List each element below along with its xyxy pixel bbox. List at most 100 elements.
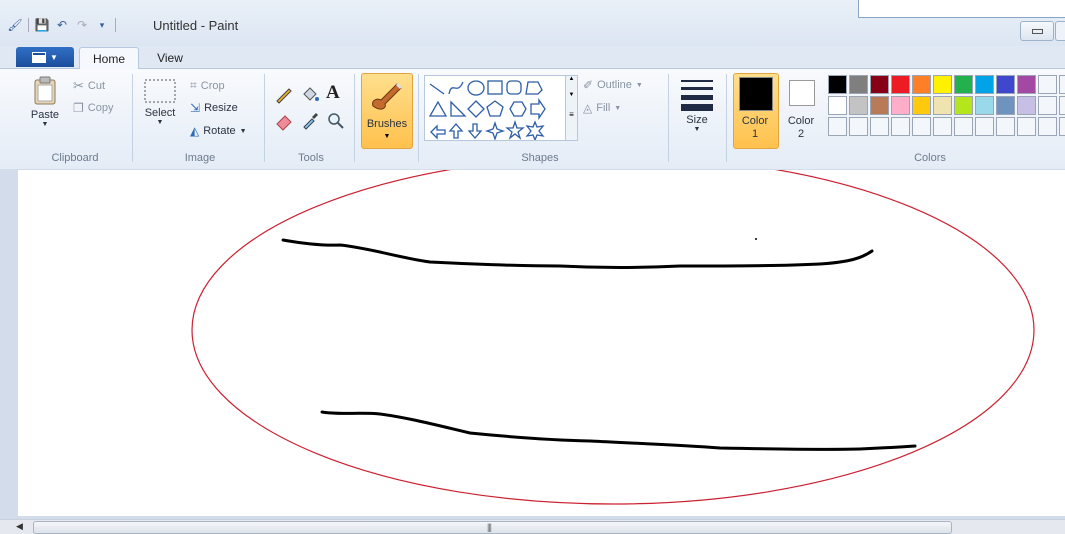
palette-swatch[interactable] bbox=[849, 117, 868, 136]
paste-dropdown-icon: ▼ bbox=[41, 121, 49, 128]
eraser-tool[interactable] bbox=[274, 111, 294, 131]
shapes-gallery-scroll[interactable]: ▲ ▼ ≡ bbox=[565, 75, 578, 141]
palette-swatch[interactable] bbox=[1059, 117, 1065, 136]
resize-button[interactable]: ⇲ Resize bbox=[190, 101, 238, 115]
undo-icon[interactable]: ↶ bbox=[55, 18, 69, 32]
image-group-label: Image bbox=[184, 152, 216, 164]
scrollbar-thumb[interactable] bbox=[33, 521, 952, 534]
palette-swatch[interactable] bbox=[1017, 117, 1036, 136]
redo-icon[interactable]: ↷ bbox=[75, 18, 89, 32]
copy-button[interactable]: ❐ Copy bbox=[73, 101, 113, 115]
fill-button[interactable]: ◬ Fill ▼ bbox=[583, 101, 621, 115]
magnifier-tool[interactable] bbox=[326, 111, 346, 131]
palette-swatch[interactable] bbox=[849, 75, 868, 94]
tab-home[interactable]: Home bbox=[79, 47, 139, 69]
group-separator bbox=[132, 74, 133, 162]
palette-swatch[interactable] bbox=[975, 75, 994, 94]
fill-label: Fill bbox=[596, 102, 611, 114]
palette-swatch[interactable] bbox=[1059, 75, 1065, 94]
rotate-label: Rotate bbox=[203, 125, 236, 137]
brushes-label: Brushes bbox=[366, 118, 408, 130]
palette-swatch[interactable] bbox=[996, 75, 1015, 94]
palette-swatch[interactable] bbox=[1038, 117, 1057, 136]
file-menu-button[interactable]: ▼ bbox=[16, 47, 74, 67]
palette-swatch[interactable] bbox=[1017, 96, 1036, 115]
palette-swatch[interactable] bbox=[828, 96, 847, 115]
palette-swatch[interactable] bbox=[870, 117, 889, 136]
crop-button[interactable]: ⌗ Crop bbox=[190, 78, 225, 93]
shapes-gallery[interactable] bbox=[424, 75, 568, 142]
file-menu-icon bbox=[32, 51, 47, 63]
drawing-canvas[interactable] bbox=[18, 155, 1065, 516]
group-separator bbox=[264, 74, 265, 162]
color-picker-tool[interactable] bbox=[300, 111, 320, 131]
palette-swatch[interactable] bbox=[954, 75, 973, 94]
palette-swatch[interactable] bbox=[933, 96, 952, 115]
quick-access-toolbar: 🖌 💾 ↶ ↷ ▾ bbox=[7, 18, 116, 32]
color1-label: Color 1 bbox=[733, 115, 777, 141]
dropdown-arrow-icon: ▼ bbox=[50, 52, 58, 62]
size-button[interactable]: Size ▼ bbox=[678, 77, 716, 133]
outline-button[interactable]: ✐ Outline ▼ bbox=[583, 78, 643, 92]
palette-swatch[interactable] bbox=[891, 117, 910, 136]
palette-swatch[interactable] bbox=[870, 96, 889, 115]
horizontal-scrollbar[interactable]: ◀ ||| bbox=[0, 519, 1065, 534]
palette-swatch[interactable] bbox=[912, 96, 931, 115]
palette-swatch[interactable] bbox=[828, 75, 847, 94]
palette-swatch[interactable] bbox=[933, 75, 952, 94]
palette-swatch[interactable] bbox=[870, 75, 889, 94]
colors-group-label: Colors bbox=[914, 152, 946, 164]
pencil-tool[interactable] bbox=[274, 84, 294, 104]
paste-label: Paste bbox=[30, 109, 60, 121]
magnifier-icon bbox=[328, 113, 344, 129]
minimize-icon bbox=[1031, 28, 1043, 34]
fill-tool[interactable] bbox=[300, 84, 320, 104]
text-tool[interactable]: A bbox=[326, 82, 346, 104]
brushes-button[interactable]: Brushes ▼ bbox=[361, 73, 413, 149]
palette-swatch[interactable] bbox=[1059, 96, 1065, 115]
fill-icon: ◬ bbox=[583, 101, 593, 115]
group-separator bbox=[668, 74, 669, 162]
palette-swatch[interactable] bbox=[933, 117, 952, 136]
palette-swatch[interactable] bbox=[954, 96, 973, 115]
cut-button[interactable]: ✂ Cut bbox=[73, 78, 105, 94]
palette-swatch[interactable] bbox=[828, 117, 847, 136]
palette-swatch[interactable] bbox=[975, 96, 994, 115]
palette-swatch[interactable] bbox=[912, 75, 931, 94]
tools-group-label: Tools bbox=[298, 152, 324, 164]
select-icon bbox=[144, 79, 176, 103]
color2-label[interactable]: Color 2 bbox=[781, 115, 821, 141]
fill-bucket-icon bbox=[303, 87, 319, 101]
color2-swatch[interactable] bbox=[789, 80, 815, 106]
maximize-button[interactable] bbox=[1055, 21, 1065, 41]
toolbar-separator bbox=[28, 18, 29, 32]
palette-swatch[interactable] bbox=[996, 96, 1015, 115]
save-icon[interactable]: 💾 bbox=[35, 18, 50, 32]
crop-label: Crop bbox=[200, 79, 225, 92]
palette-swatch[interactable] bbox=[975, 117, 994, 136]
paint-app-icon[interactable]: 🖌 bbox=[7, 18, 22, 32]
scroll-left-icon[interactable]: ◀ bbox=[16, 521, 23, 532]
window-title: Untitled - Paint bbox=[153, 18, 239, 33]
palette-swatch[interactable] bbox=[849, 96, 868, 115]
tab-view[interactable]: View bbox=[145, 47, 195, 68]
palette-swatch[interactable] bbox=[954, 117, 973, 136]
palette-swatch[interactable] bbox=[996, 117, 1015, 136]
text-a-icon: A bbox=[326, 82, 340, 103]
resize-label: Resize bbox=[204, 102, 238, 114]
customize-toolbar-icon[interactable]: ▾ bbox=[95, 18, 109, 32]
clipboard-icon bbox=[34, 76, 56, 105]
color1-label-line2: 1 bbox=[751, 128, 759, 140]
palette-swatch[interactable] bbox=[1017, 75, 1036, 94]
palette-swatch[interactable] bbox=[891, 96, 910, 115]
paste-button[interactable]: Paste ▼ bbox=[26, 76, 64, 128]
palette-swatch[interactable] bbox=[891, 75, 910, 94]
palette-swatch[interactable] bbox=[1038, 75, 1057, 94]
palette-swatch[interactable] bbox=[912, 117, 931, 136]
rotate-button[interactable]: ◭ Rotate ▼ bbox=[190, 124, 247, 138]
minimize-button[interactable] bbox=[1020, 21, 1054, 41]
palette-swatch[interactable] bbox=[1038, 96, 1057, 115]
pencil-icon bbox=[276, 88, 292, 104]
color1-swatch bbox=[739, 77, 773, 111]
select-button[interactable]: Select ▼ bbox=[142, 78, 178, 126]
